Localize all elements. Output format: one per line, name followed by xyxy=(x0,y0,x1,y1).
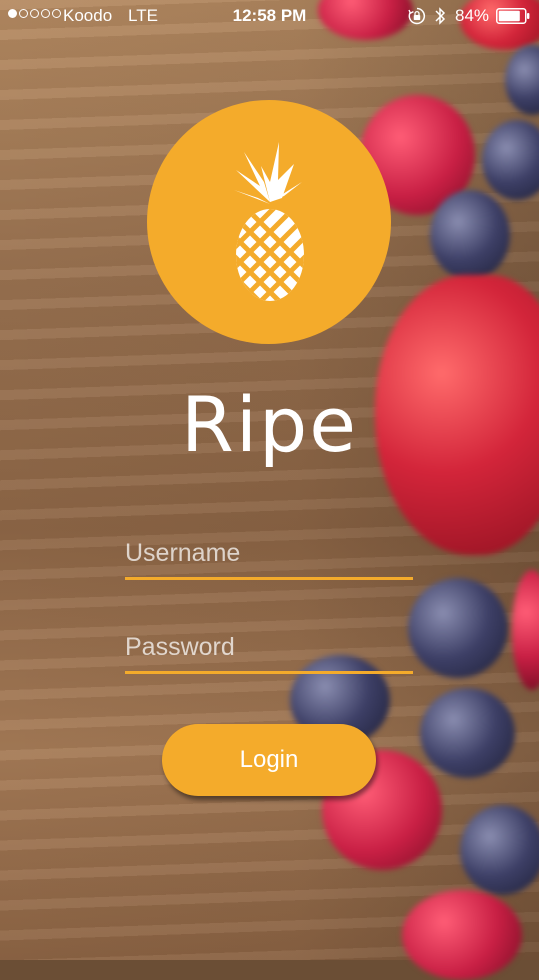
password-input[interactable] xyxy=(125,624,413,671)
battery-icon xyxy=(496,8,530,24)
battery-percent: 84% xyxy=(455,6,490,25)
pineapple-icon xyxy=(234,142,304,301)
app-title: Ripe xyxy=(181,380,358,469)
username-input[interactable] xyxy=(125,530,413,577)
login-button[interactable]: Login xyxy=(162,724,376,796)
username-field xyxy=(125,530,413,580)
bluetooth-icon xyxy=(435,7,446,25)
password-field xyxy=(125,624,413,674)
rotation-lock-icon xyxy=(408,7,426,25)
status-bar: Koodo LTE 12:58 PM 84% xyxy=(0,0,539,32)
